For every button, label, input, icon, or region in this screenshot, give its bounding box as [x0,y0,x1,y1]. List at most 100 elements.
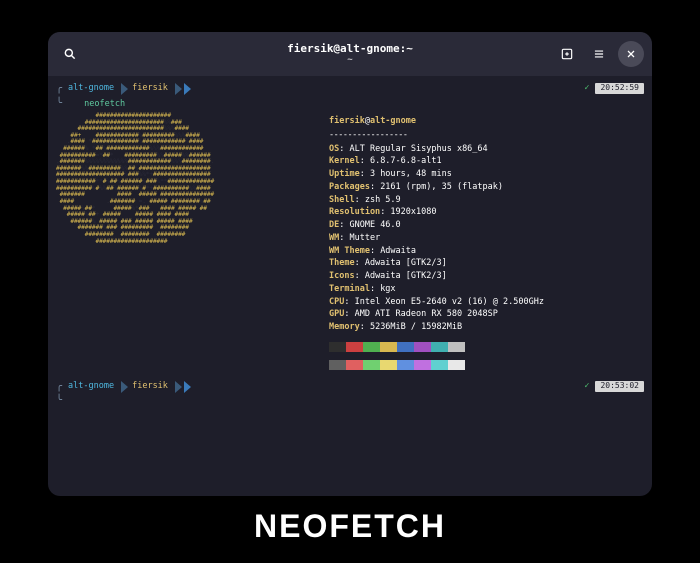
chevron-icon [121,381,128,393]
close-icon [625,48,637,60]
color-block [448,342,465,352]
window-title: fiersik@alt-gnome:~ ~ [287,42,413,66]
color-block [397,342,414,352]
command-line: ╰ neofetch [56,97,644,111]
hamburger-icon [592,47,606,61]
info-header: fiersik@alt-gnome [329,115,644,128]
info-key: GPU [329,309,344,319]
info-val: : 3 hours, 48 mins [360,169,452,179]
prompt-user: fiersik [129,83,174,94]
color-block [431,360,448,370]
info-line: CPU: Intel Xeon E5-2640 v2 (16) @ 2.500G… [329,296,644,309]
color-palette-row2 [329,360,644,370]
menu-button[interactable] [586,41,612,67]
prompt-bracket: ╰ [56,395,62,406]
prompt-line-1: ╭ alt-gnome fiersik ✓ 20:52:59 [56,82,644,96]
color-block [329,342,346,352]
info-val: : Adwaita [370,246,416,256]
color-block [329,360,346,370]
info-val: : Mutter [339,233,380,243]
info-val: : AMD ATI Radeon RX 580 2048SP [344,309,498,319]
search-button[interactable] [56,40,84,68]
prompt-bracket: ╰ [56,98,62,109]
info-val: : 5236MiB / 15982MiB [360,322,462,332]
color-palette-row1 [329,342,644,352]
info-val: : Adwaita [GTK2/3] [355,271,447,281]
info-line: Packages: 2161 (rpm), 35 (flatpak) [329,181,644,194]
plus-icon [560,47,574,61]
color-block [380,360,397,370]
info-line: Theme: Adwaita [GTK2/3] [329,257,644,270]
neofetch-output: ##################### ##################… [56,113,644,370]
info-separator: ----------------- [329,129,644,142]
command-line: ╰ [56,394,644,408]
info-key: Theme [329,258,355,268]
prompt-bracket: ╭ [56,82,62,96]
info-line: WM: Mutter [329,232,644,245]
command-text: neofetch [84,99,125,109]
info-key: WM Theme [329,246,370,256]
info-key: CPU [329,297,344,307]
prompt-line-2: ╭ alt-gnome fiersik ✓ 20:53:02 [56,380,644,394]
chevron-icon [175,83,182,95]
chevron-icon [184,381,191,393]
info-key: Memory [329,322,360,332]
new-tab-button[interactable] [554,41,580,67]
info-line: OS: ALT Regular Sisyphus x86_64 [329,143,644,156]
info-val: : 2161 (rpm), 35 (flatpak) [370,182,503,192]
color-block [346,342,363,352]
info-key: WM [329,233,339,243]
terminal-window: fiersik@alt-gnome:~ ~ ╭ alt-gnome fiersi… [48,32,652,496]
color-block [414,342,431,352]
info-line: Terminal: kgx [329,283,644,296]
color-block [363,342,380,352]
info-val: : Intel Xeon E5-2640 v2 (16) @ 2.500GHz [344,297,544,307]
info-key: Uptime [329,169,360,179]
chevron-icon [121,83,128,95]
info-host: alt-gnome [370,116,416,126]
title-sub: ~ [287,55,413,66]
close-button[interactable] [618,41,644,67]
info-line: Kernel: 6.8.7-6.8-alt1 [329,155,644,168]
info-line: Shell: zsh 5.9 [329,194,644,207]
check-icon: ✓ [584,381,589,392]
info-val: : ALT Regular Sisyphus x86_64 [339,144,487,154]
info-val: : 6.8.7-6.8-alt1 [360,156,442,166]
caption: NEOFETCH [254,508,446,545]
info-key: Shell [329,195,355,205]
titlebar: fiersik@alt-gnome:~ ~ [48,32,652,76]
title-main: fiersik@alt-gnome:~ [287,42,413,55]
color-block [431,342,448,352]
chevron-icon [184,83,191,95]
info-val: : Adwaita [GTK2/3] [355,258,447,268]
timestamp: 20:53:02 [595,381,644,392]
color-block [346,360,363,370]
info-val: : 1920x1080 [380,207,436,217]
check-icon: ✓ [584,83,589,94]
system-info: fiersik@alt-gnome ----------------- OS: … [329,113,644,370]
info-key: Kernel [329,156,360,166]
terminal-body[interactable]: ╭ alt-gnome fiersik ✓ 20:52:59 ╰ neofetc… [48,76,652,496]
info-key: DE [329,220,339,230]
info-key: Resolution [329,207,380,217]
color-block [380,342,397,352]
color-block [414,360,431,370]
search-icon [63,47,77,61]
color-block [448,360,465,370]
prompt-host: alt-gnome [65,381,120,392]
info-key: Icons [329,271,355,281]
info-key: Terminal [329,284,370,294]
info-val: : kgx [370,284,396,294]
prompt-bracket: ╭ [56,380,62,394]
info-val: : GNOME 46.0 [339,220,400,230]
prompt-user: fiersik [129,381,174,392]
info-line: Uptime: 3 hours, 48 mins [329,168,644,181]
chevron-icon [175,381,182,393]
info-val: : zsh 5.9 [355,195,401,205]
info-line: Resolution: 1920x1080 [329,206,644,219]
info-key: Packages [329,182,370,192]
info-key: OS [329,144,339,154]
info-line: GPU: AMD ATI Radeon RX 580 2048SP [329,308,644,321]
prompt-host: alt-gnome [65,83,120,94]
info-line: DE: GNOME 46.0 [329,219,644,232]
